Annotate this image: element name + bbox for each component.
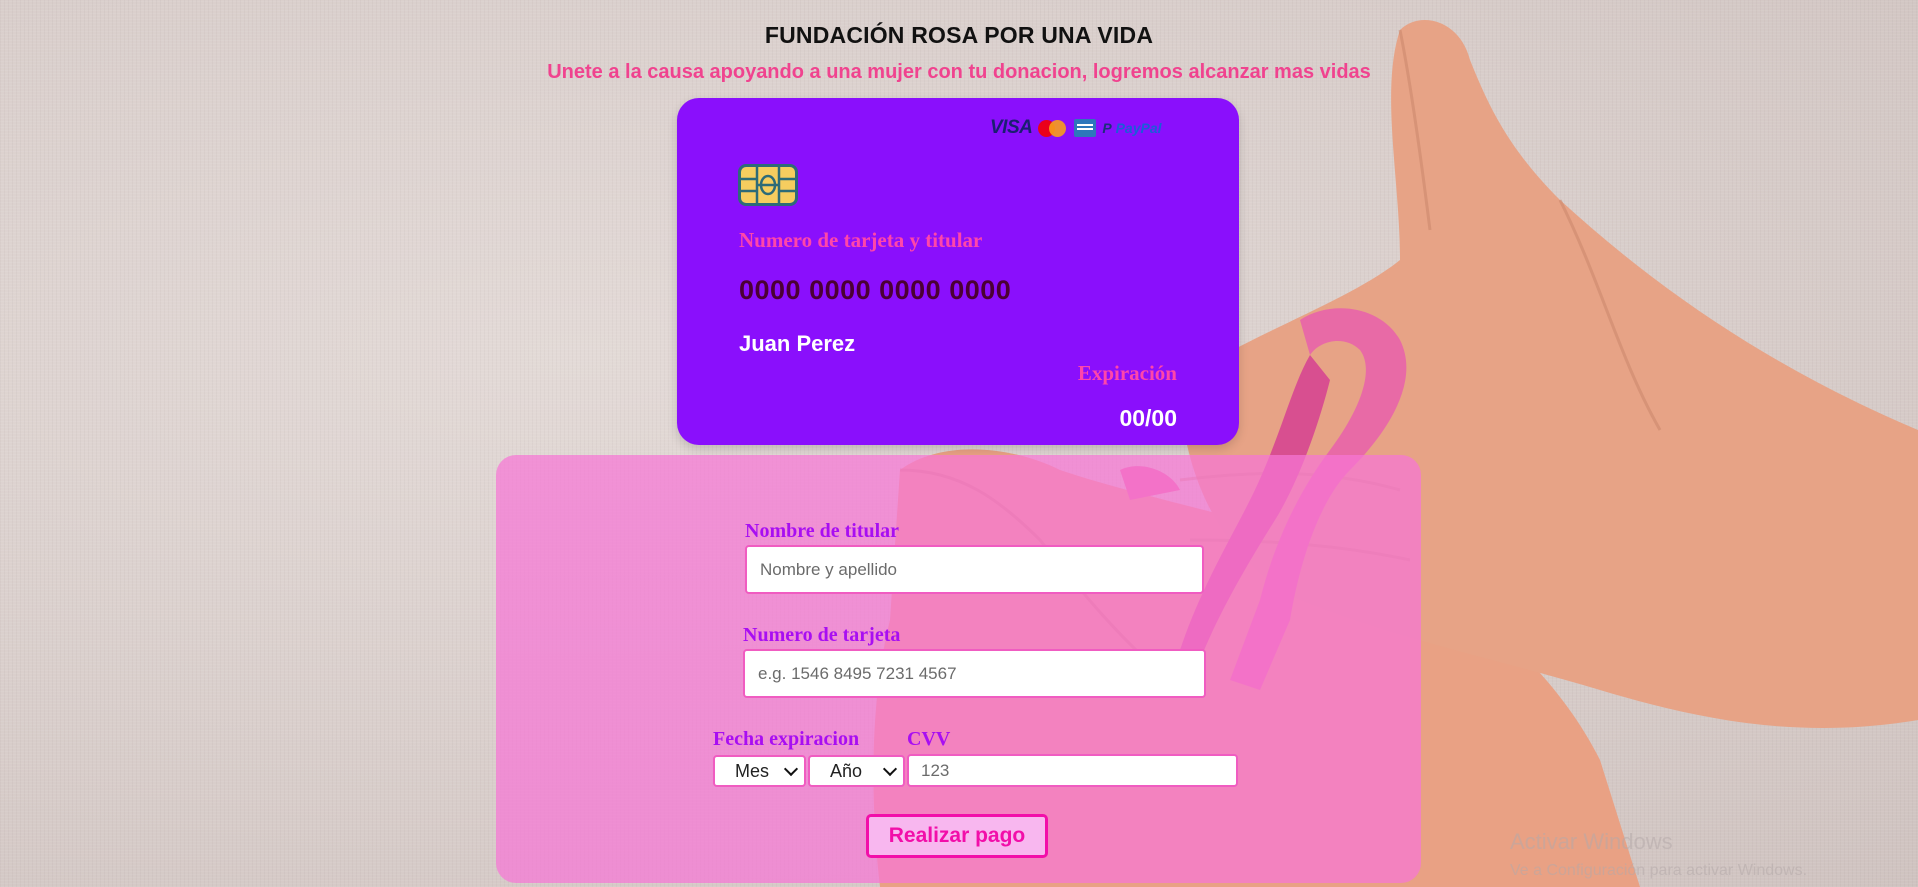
amex-icon (1074, 119, 1097, 137)
paypal-text: PayPal (1115, 120, 1162, 136)
expiry-month-select[interactable]: Mes (713, 755, 806, 787)
visa-logo: VISA (990, 117, 1033, 138)
card-number-input[interactable] (743, 649, 1206, 698)
card-brands: VISA P PayPal (990, 117, 1162, 139)
cvv-input[interactable] (907, 754, 1238, 787)
card-holder-display: Juan Perez (739, 331, 856, 356)
expiry-year-value: Año (830, 760, 863, 781)
card-number-display: 0000 0000 0000 0000 (739, 275, 1012, 305)
card-number-label: Numero de tarjeta y titular (739, 228, 983, 252)
card-chip-icon (738, 164, 798, 206)
card-expiry-display: 00/00 (1119, 405, 1177, 431)
mastercard-icon (1038, 118, 1068, 138)
page-title: FUNDACIÓN ROSA POR UNA VIDA (764, 22, 1154, 48)
holder-name-input[interactable] (745, 545, 1204, 594)
credit-card-preview: VISA P PayPal Numero de tarjeta y titula… (677, 98, 1239, 445)
windows-watermark-title: Activar Windows (1510, 829, 1673, 854)
expiry-year-select[interactable]: Año (808, 755, 905, 787)
submit-payment-button[interactable]: Realizar pago (866, 814, 1048, 858)
card-expiry-label: Expiración (1077, 361, 1177, 385)
windows-watermark-text: Ve a Configuración para activar Windows. (1510, 862, 1808, 879)
paypal-logo: P PayPal (1102, 120, 1162, 136)
chevron-down-icon (783, 761, 799, 776)
expiry-date-label: Fecha expiracion (713, 728, 860, 750)
chevron-down-icon (882, 761, 898, 776)
holder-name-label: Nombre de titular (745, 520, 900, 542)
cvv-label: CVV (907, 728, 951, 750)
card-number-input-label: Numero de tarjeta (743, 624, 901, 646)
page-subtitle: Unete a la causa apoyando a una mujer co… (547, 61, 1371, 83)
expiry-month-value: Mes (735, 760, 770, 781)
